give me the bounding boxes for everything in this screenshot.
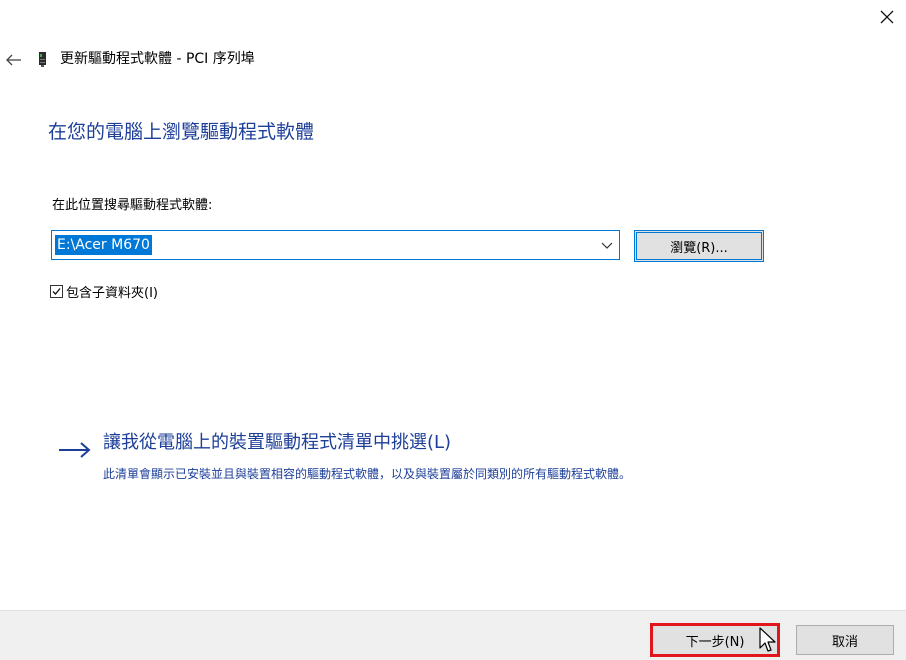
cancel-button[interactable]: 取消 xyxy=(796,625,894,655)
back-button[interactable] xyxy=(4,48,24,72)
update-driver-dialog: 更新驅動程式軟體 - PCI 序列埠 在您的電腦上瀏覽驅動程式軟體 在此位置搜尋… xyxy=(0,0,906,660)
driver-path-value[interactable]: E:\Acer M670 xyxy=(55,235,152,255)
pick-from-list-description: 此清單會顯示已安裝並且與裝置相容的驅動程式軟體，以及與裝置屬於同類別的所有驅動程… xyxy=(103,467,632,481)
driver-path-combobox[interactable]: E:\Acer M670 xyxy=(51,230,620,260)
page-heading: 在您的電腦上瀏覽驅動程式軟體 xyxy=(48,121,315,143)
next-button-label: 下一步(N) xyxy=(685,634,745,650)
back-arrow-icon xyxy=(6,54,21,66)
include-subfolders-label: 包含子資料夾(I) xyxy=(66,286,158,301)
pci-device-icon xyxy=(39,52,46,67)
browse-button[interactable]: 瀏覽(R)... xyxy=(634,230,764,262)
browse-button-label: 瀏覽(R)... xyxy=(670,240,728,256)
cancel-button-label: 取消 xyxy=(831,634,858,650)
pick-from-list-link[interactable]: 讓我從電腦上的裝置驅動程式清單中挑選(L) xyxy=(103,431,451,455)
checkmark-icon xyxy=(52,288,61,295)
dialog-footer: 下一步(N) 取消 xyxy=(0,610,906,660)
search-location-label: 在此位置搜尋驅動程式軟體: xyxy=(52,198,213,213)
checkbox-box[interactable] xyxy=(50,285,63,298)
close-icon xyxy=(880,10,894,24)
wizard-title: 更新驅動程式軟體 - PCI 序列埠 xyxy=(60,51,255,67)
right-arrow-icon[interactable] xyxy=(58,441,92,459)
next-button[interactable]: 下一步(N) xyxy=(650,623,780,657)
include-subfolders-checkbox[interactable]: 包含子資料夾(I) xyxy=(50,282,158,301)
chevron-down-icon[interactable] xyxy=(601,239,613,251)
close-button[interactable] xyxy=(868,0,906,34)
